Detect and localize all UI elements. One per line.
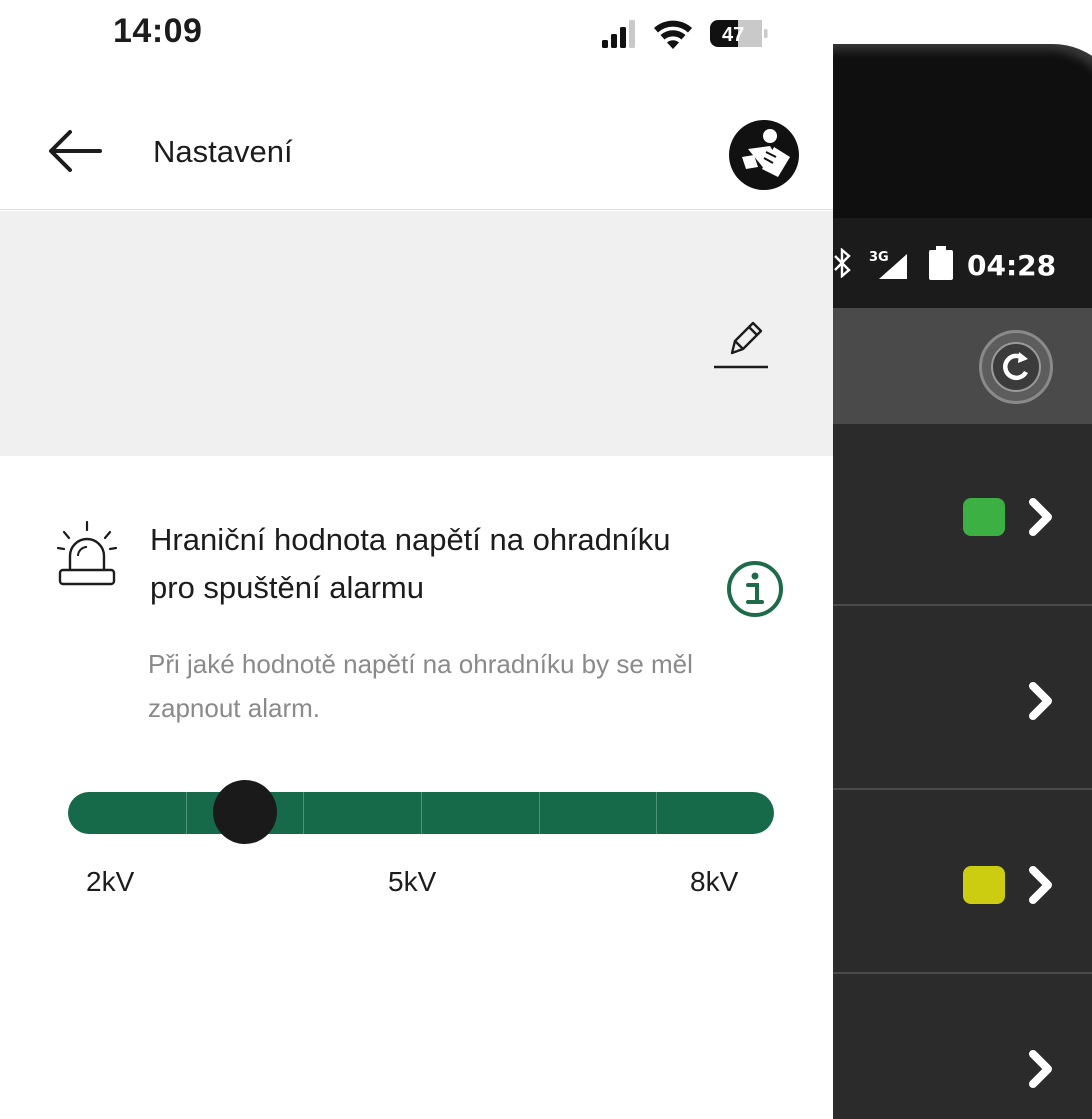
battery-level: 47 (722, 24, 744, 46)
slider-tick (303, 792, 305, 834)
info-button[interactable] (726, 560, 784, 618)
setting-title: Hraniční hodnota napětí na ohradníku pro… (150, 522, 671, 605)
device-photo: 3G 04:28 (833, 0, 1092, 1119)
scale-label-max: 8kV (690, 866, 739, 897)
battery-icon: 47 (710, 20, 768, 47)
status-led-green (963, 498, 1005, 536)
bluetooth-icon (834, 248, 851, 278)
info-icon (727, 561, 783, 617)
device-row[interactable] (833, 424, 1092, 606)
slider-track[interactable] (68, 792, 774, 834)
slider-tick (656, 792, 658, 834)
pencil-icon (714, 321, 768, 369)
page-title: Nastavení (153, 134, 293, 169)
network-label: 3G (869, 250, 889, 265)
chevron-right-icon (1029, 1050, 1052, 1088)
wifi-icon (654, 20, 692, 49)
slider-thumb[interactable] (212, 780, 277, 844)
network-3g-icon: 3G (869, 250, 907, 279)
chevron-right-icon (1029, 866, 1052, 904)
status-bar: 14:09 47 (0, 0, 833, 70)
slider-tick (185, 792, 187, 834)
scale-label-min: 2kV (86, 866, 135, 897)
device-row[interactable] (833, 792, 1092, 974)
manual-button[interactable] (728, 119, 800, 191)
settings-screen: 14:09 47 Nastavení Hraniční hodnota napě… (0, 0, 833, 1119)
back-button[interactable] (44, 126, 104, 176)
reading-manual-icon (729, 120, 799, 190)
siren-icon (56, 520, 118, 586)
scale-label-mid: 5kV (388, 866, 437, 897)
alarm-threshold-setting: Hraniční hodnota napětí na ohradníku pro… (0, 456, 833, 1119)
voltage-threshold-slider[interactable] (68, 780, 774, 844)
status-time: 14:09 (113, 12, 203, 50)
app-bar: Nastavení (0, 70, 833, 210)
device-battery-icon (929, 246, 953, 280)
refresh-icon (991, 342, 1041, 392)
device-row[interactable] (833, 608, 1092, 790)
chevron-right-icon (1029, 498, 1052, 536)
setting-description: Při jaké hodnotě napětí na ohradníku by … (148, 649, 693, 723)
device-screen: 3G 04:28 (833, 218, 1092, 1119)
status-icons: 47 (602, 20, 768, 49)
device-status-bar: 3G 04:28 (833, 218, 1092, 308)
status-led-yellow (963, 866, 1005, 904)
cellular-signal-icon (602, 20, 635, 48)
refresh-button[interactable] (979, 330, 1053, 404)
edit-name-button[interactable] (706, 311, 770, 371)
device-header (833, 308, 1092, 424)
slider-tick (421, 792, 422, 834)
slider-tick (538, 792, 540, 834)
arrow-left-icon (49, 130, 102, 172)
device-time: 04:28 (967, 249, 1057, 282)
chevron-right-icon (1029, 682, 1052, 720)
device-row[interactable] (833, 976, 1092, 1119)
device-card (0, 211, 833, 456)
